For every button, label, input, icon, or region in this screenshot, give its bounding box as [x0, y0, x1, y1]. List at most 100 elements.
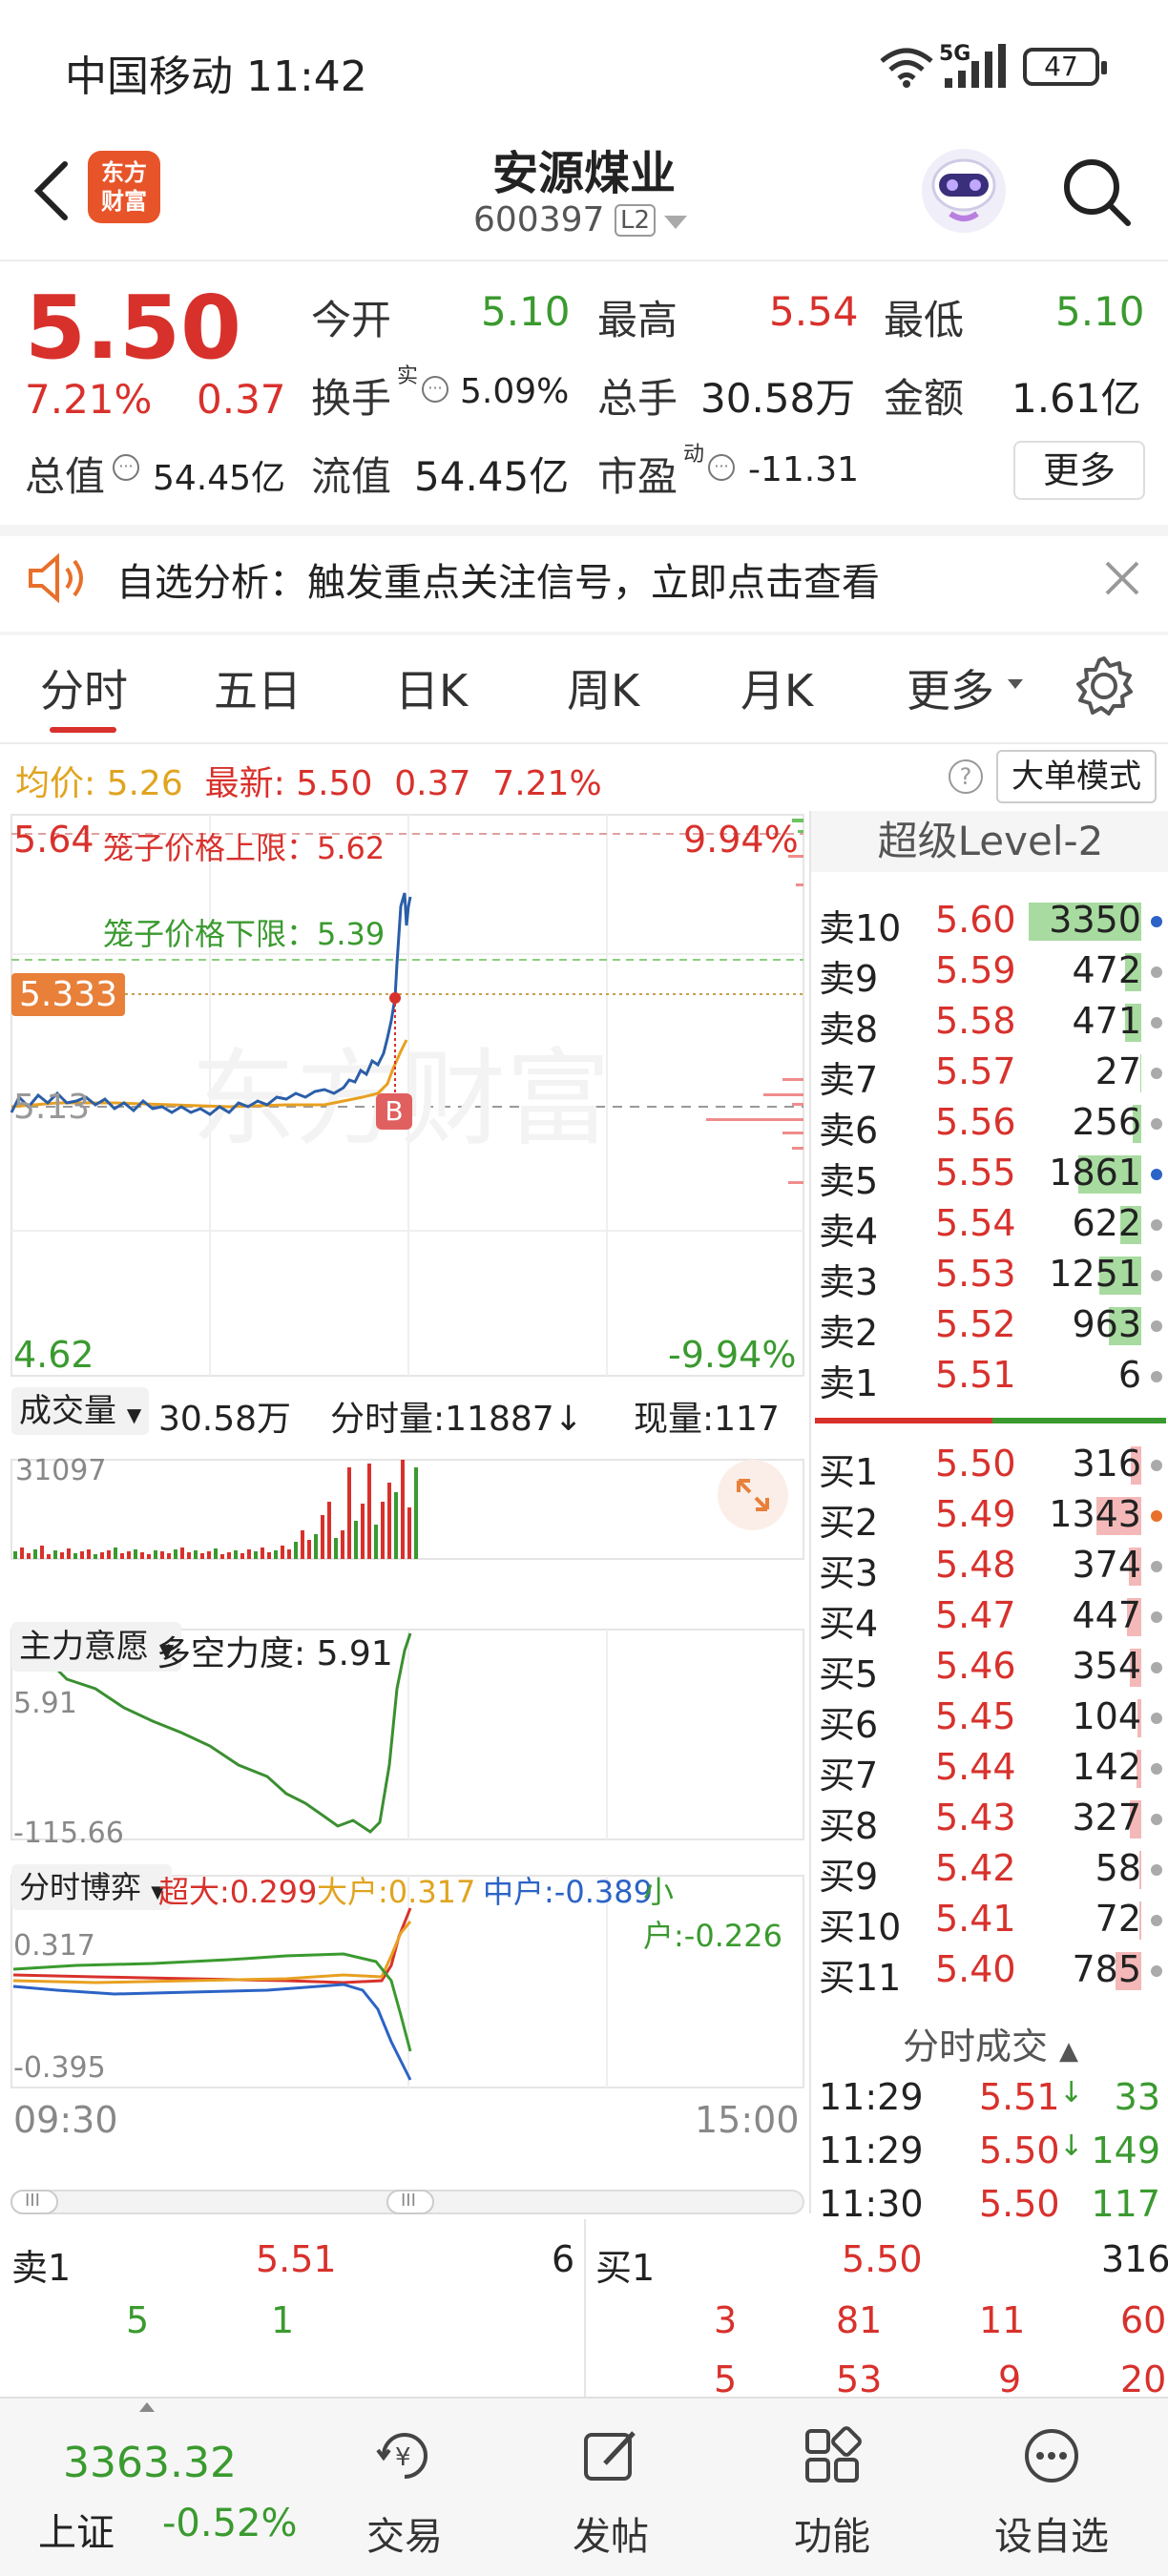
volume-bar	[214, 1548, 218, 1559]
chevron-down-icon[interactable]	[1008, 679, 1023, 689]
buy-order-row[interactable]: 买8 5.43 327	[811, 1797, 1168, 1847]
scroll-handle-left-grip[interactable]: III	[25, 2191, 40, 2211]
nav-add-watchlist[interactable]: 设自选	[956, 2399, 1147, 2576]
sell-order-row[interactable]: 卖5 5.55 1861	[811, 1152, 1168, 1202]
depth-bars	[706, 819, 803, 1184]
info-icon[interactable]: ···	[113, 454, 139, 481]
buy-marker[interactable]: B	[376, 1093, 412, 1130]
buy-order-row[interactable]: 买7 5.44 142	[811, 1746, 1168, 1797]
amount-value: 1.61亿	[1012, 375, 1141, 422]
sell-order-row[interactable]: 卖2 5.52 963	[811, 1303, 1168, 1354]
sell-order-price: 5.53	[935, 1253, 1016, 1295]
buy-order-row[interactable]: 买1 5.50 316	[811, 1443, 1168, 1493]
nav-functions[interactable]: 功能	[737, 2399, 928, 2576]
sell-order-dot	[1151, 1169, 1162, 1180]
sell-order-qty: 1251	[1049, 1253, 1141, 1295]
volume-bar	[207, 1551, 211, 1559]
robot-assistant-icon[interactable]	[918, 145, 1010, 237]
buy-deal-cell: 53	[836, 2358, 883, 2400]
info-icon[interactable]: ···	[708, 454, 735, 481]
sell-order-row[interactable]: 卖3 5.53 1251	[811, 1253, 1168, 1303]
buy-order-row[interactable]: 买9 5.42 58	[811, 1847, 1168, 1898]
volume-bar	[307, 1540, 311, 1559]
buy-order-qty: 1343	[1049, 1493, 1141, 1535]
nav-post[interactable]: 发帖	[515, 2399, 706, 2576]
sell-order-row[interactable]: 卖4 5.54 622	[811, 1202, 1168, 1253]
more-dots-icon	[1025, 2429, 1078, 2483]
sell-order-row[interactable]: 卖8 5.58 471	[811, 1000, 1168, 1050]
tab-daily-k[interactable]: 日K	[395, 656, 468, 719]
search-icon[interactable]	[1057, 153, 1134, 229]
volume-header: 成交量 ▼ 30.58万 分时量:11887↓ 现量:117	[0, 1380, 809, 1456]
volume-bar	[347, 1467, 351, 1559]
index-widget[interactable]: 3363.32 上证 -0.52%	[0, 2399, 305, 2576]
chevron-down-icon[interactable]	[664, 216, 687, 229]
volume-bar	[240, 1553, 244, 1559]
buy-order-price: 5.46	[935, 1645, 1016, 1687]
signal-icon	[945, 44, 1006, 88]
info-icon[interactable]: ···	[422, 376, 448, 403]
amount-label: 金额	[884, 375, 965, 422]
pe-label: 市盈	[597, 453, 678, 500]
big-order-mode-button[interactable]: 大单模式	[996, 750, 1157, 803]
sell-order-side: 卖8	[819, 1008, 879, 1050]
tab-monthly-k[interactable]: 月K	[740, 656, 813, 719]
buy-order-row[interactable]: 买5 5.46 354	[811, 1645, 1168, 1695]
main-power-top: 5.91	[13, 1687, 77, 1720]
tab-intraday[interactable]: 分时	[40, 656, 128, 719]
carrier-time: 中国移动 11:42	[65, 52, 367, 101]
buy-order-price: 5.49	[935, 1493, 1016, 1535]
buy-order-row[interactable]: 买2 5.49 1343	[811, 1493, 1168, 1544]
volume-selector[interactable]: 成交量 ▼	[11, 1387, 150, 1435]
sell-order-dot	[1151, 1068, 1162, 1079]
wifi-icon	[880, 48, 933, 88]
gear-icon[interactable]	[1073, 654, 1136, 717]
volume-bar	[261, 1548, 264, 1559]
high-value: 5.54	[769, 288, 859, 335]
mktcap-value: 54.45亿	[153, 459, 286, 498]
volume-bar	[321, 1515, 324, 1559]
buy-order-qty: 354	[1072, 1645, 1141, 1687]
level2-title[interactable]: 超级Level-2	[811, 811, 1168, 872]
help-icon[interactable]: ?	[949, 759, 983, 794]
sell-deal-cell: 5	[126, 2299, 150, 2341]
buy-deal-cell: 60	[1120, 2299, 1167, 2341]
buy-order-row[interactable]: 买10 5.41 72	[811, 1898, 1168, 1948]
volume-bar	[27, 1553, 31, 1559]
sell-order-row[interactable]: 卖7 5.57 27	[811, 1050, 1168, 1101]
buy-order-row[interactable]: 买11 5.40 785	[811, 1948, 1168, 1999]
buy-order-price: 5.42	[935, 1847, 1016, 1889]
scroll-handle-right-grip[interactable]: III	[401, 2191, 416, 2211]
sell-order-row[interactable]: 卖9 5.59 472	[811, 949, 1168, 1000]
buy-order-row[interactable]: 买6 5.45 104	[811, 1695, 1168, 1746]
tab-five-day[interactable]: 五日	[214, 656, 302, 719]
sell-deal-qty: 6	[552, 2238, 575, 2280]
notice-text[interactable]: 自选分析：触发重点关注信号，立即点击查看	[116, 551, 880, 607]
sell-order-qty: 256	[1072, 1101, 1141, 1143]
sell-order-row[interactable]: 卖6 5.56 256	[811, 1101, 1168, 1152]
chart-top-pct: 9.94%	[683, 819, 799, 861]
tab-weekly-k[interactable]: 周K	[567, 656, 639, 719]
cage-upper-label: 笼子价格上限：5.62	[103, 830, 386, 866]
turnover-sup: 实	[397, 364, 419, 388]
more-button[interactable]: 更多	[1013, 441, 1145, 500]
close-icon[interactable]	[1101, 557, 1143, 599]
intraday-chart[interactable]: 东方财富	[0, 811, 809, 2233]
buy-order-side: 买9	[819, 1856, 879, 1898]
buy-order-qty: 327	[1072, 1797, 1141, 1839]
expand-button[interactable]	[718, 1460, 788, 1530]
trade-row: 11:29 5.50 ↓ 149	[811, 2129, 1168, 2179]
volume-bar	[47, 1554, 51, 1559]
trades-title[interactable]: 分时成交 ▲	[811, 2017, 1168, 2069]
game-selector[interactable]: 分时博弈 ▼	[11, 1864, 173, 1910]
nav-trade[interactable]: ¥ 交易	[309, 2399, 500, 2576]
sell-order-row[interactable]: 卖1 5.51 6	[811, 1354, 1168, 1404]
stock-code[interactable]: 600397	[473, 200, 604, 239]
sell-order-row[interactable]: 卖10 5.60 3350	[811, 899, 1168, 949]
tab-more[interactable]: 更多	[907, 656, 994, 719]
buy-order-price: 5.41	[935, 1898, 1016, 1940]
buy-order-dot	[1151, 1763, 1162, 1775]
buy-order-row[interactable]: 买3 5.48 374	[811, 1544, 1168, 1594]
volume-bar	[114, 1548, 117, 1559]
buy-order-row[interactable]: 买4 5.47 447	[811, 1594, 1168, 1645]
